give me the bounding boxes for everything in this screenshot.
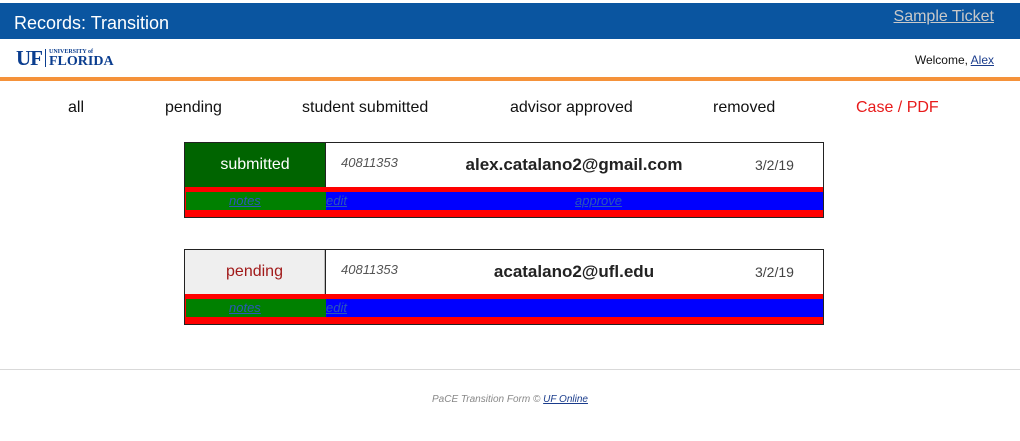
tab-case-pdf[interactable]: Case / PDF xyxy=(856,99,939,117)
sample-ticket-link[interactable]: Sample Ticket xyxy=(894,8,994,26)
uf-logo-abbrev: UF xyxy=(16,46,43,70)
edit-link[interactable]: edit xyxy=(326,193,347,208)
logo-wordmark: UNIVERSITY of FLORIDA xyxy=(49,48,114,69)
uf-online-link[interactable]: UF Online xyxy=(543,394,588,405)
logo-big-text: FLORIDA xyxy=(49,54,114,69)
edit-link[interactable]: edit xyxy=(326,300,347,315)
user-link[interactable]: Alex xyxy=(971,53,994,67)
tab-advisor-approved[interactable]: advisor approved xyxy=(510,99,633,117)
top-bar: Records: Transition Sample Ticket xyxy=(0,0,1020,39)
page-title: Records: Transition xyxy=(14,13,170,33)
status-badge: pending xyxy=(185,250,325,294)
footer-text: PaCE Transition Form © xyxy=(432,394,541,405)
logo-divider xyxy=(45,49,46,67)
filter-tabs: all pending student submitted advisor ap… xyxy=(0,99,1020,119)
sub-header: UF UNIVERSITY of FLORIDA Welcome, Alex xyxy=(0,39,1020,81)
footer-divider xyxy=(0,369,1020,370)
edit-action-bg xyxy=(326,299,823,317)
record-actions: notes edit xyxy=(185,294,823,324)
record-email: acatalano2@ufl.edu xyxy=(493,262,655,281)
status-badge: submitted xyxy=(185,143,325,187)
record-id: 40811353 xyxy=(341,155,398,170)
record-card: pending 40811353 acatalano2@ufl.edu 3/2/… xyxy=(184,249,824,325)
record-date: 3/2/19 xyxy=(755,157,794,173)
card-divider xyxy=(325,143,326,187)
footer: PaCE Transition Form © UF Online xyxy=(0,394,1020,405)
tab-pending[interactable]: pending xyxy=(165,99,222,117)
record-date: 3/2/19 xyxy=(755,264,794,280)
record-email: alex.catalano2@gmail.com xyxy=(465,155,683,174)
tab-student-submitted[interactable]: student submitted xyxy=(302,99,428,117)
tab-all[interactable]: all xyxy=(68,99,84,117)
record-actions: notes edit approve xyxy=(185,187,823,217)
uf-logo: UF UNIVERSITY of FLORIDA xyxy=(16,46,114,70)
welcome-prefix: Welcome, xyxy=(914,53,968,67)
approve-link[interactable]: approve xyxy=(575,193,622,208)
record-card: submitted 40811353 alex.catalano2@gmail.… xyxy=(184,142,824,218)
notes-link[interactable]: notes xyxy=(229,300,261,315)
notes-link[interactable]: notes xyxy=(229,193,261,208)
welcome-message: Welcome, Alex xyxy=(915,53,994,67)
tab-removed[interactable]: removed xyxy=(713,99,775,117)
card-divider xyxy=(325,250,326,294)
record-id: 40811353 xyxy=(341,262,398,277)
